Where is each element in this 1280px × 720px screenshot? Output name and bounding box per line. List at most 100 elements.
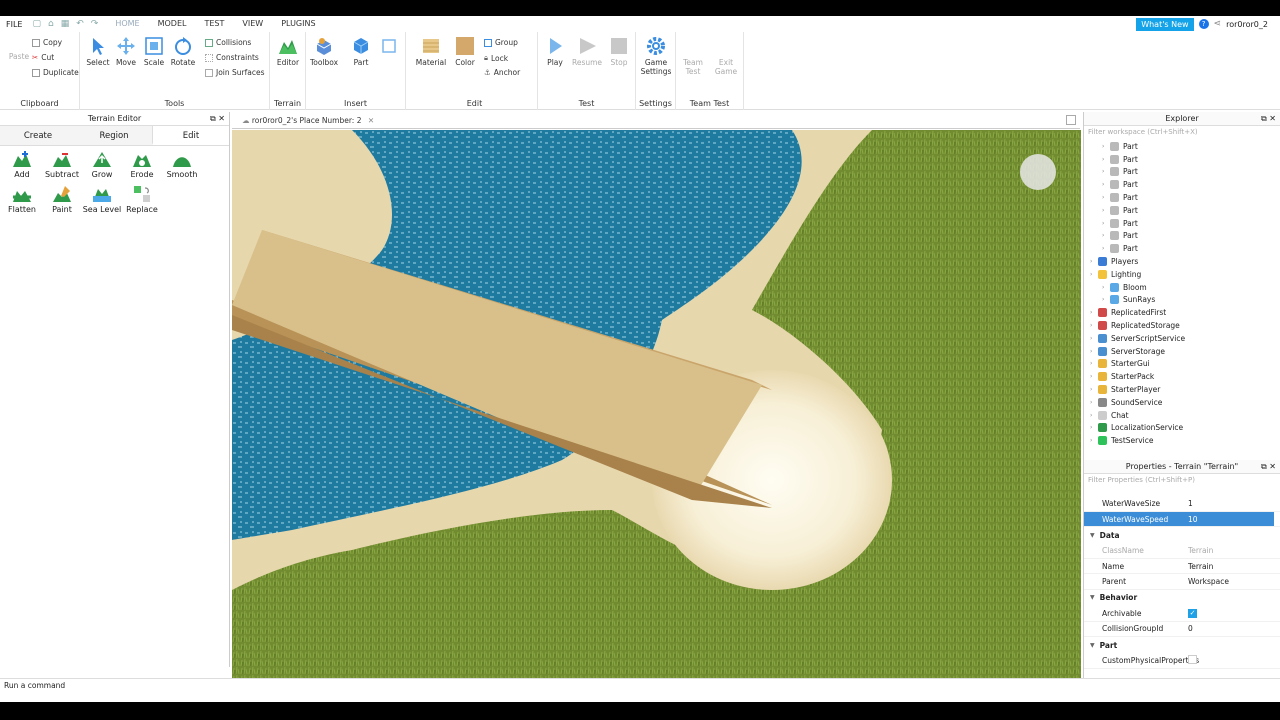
terrain-tool-grow[interactable]: Grow xyxy=(82,150,122,179)
property-value[interactable]: Workspace xyxy=(1184,577,1280,586)
redo-icon[interactable]: ↷ xyxy=(91,19,99,29)
paste-button[interactable]: Paste xyxy=(2,52,36,61)
collisions-toggle[interactable]: Collisions xyxy=(205,38,251,47)
open-file-icon[interactable]: ⌂ xyxy=(48,19,54,29)
expand-arrow-icon[interactable]: › xyxy=(1090,335,1098,342)
collapse-arrow-icon[interactable]: ▼ xyxy=(1090,594,1095,601)
collapse-arrow-icon[interactable]: ▼ xyxy=(1090,532,1095,539)
expand-arrow-icon[interactable]: › xyxy=(1090,348,1098,355)
expand-arrow-icon[interactable]: › xyxy=(1102,220,1110,227)
tab-home[interactable]: HOME xyxy=(106,16,148,32)
3d-viewport[interactable] xyxy=(232,130,1081,678)
explorer-item[interactable]: › Part xyxy=(1084,153,1280,166)
terrain-tool-sea-level[interactable]: Sea Level xyxy=(82,185,122,214)
explorer-item[interactable]: › TestService xyxy=(1084,434,1280,447)
property-value[interactable]: Terrain xyxy=(1184,546,1280,555)
explorer-item[interactable]: › Lighting xyxy=(1084,268,1280,281)
explorer-item[interactable]: › Players xyxy=(1084,255,1280,268)
tab-view[interactable]: VIEW xyxy=(233,16,272,32)
tab-region[interactable]: Region xyxy=(76,126,152,145)
new-file-icon[interactable]: ▢ xyxy=(32,19,41,29)
property-category[interactable]: ▼ Data xyxy=(1084,527,1280,543)
property-value[interactable]: 0 xyxy=(1184,624,1280,633)
expand-arrow-icon[interactable]: › xyxy=(1102,194,1110,201)
whats-new-button[interactable]: What's New xyxy=(1136,17,1194,31)
help-icon[interactable]: ? xyxy=(1198,19,1209,29)
game-settings-button[interactable]: Game Settings xyxy=(639,36,673,76)
stop-button[interactable]: Stop xyxy=(602,36,636,67)
explorer-item[interactable]: › Part xyxy=(1084,140,1280,153)
explorer-item[interactable]: › StarterPlayer xyxy=(1084,383,1280,396)
property-category[interactable]: ▼ Behavior xyxy=(1084,590,1280,606)
document-tab[interactable]: ☁ ror0ror0_2's Place Number: 2 ✕ xyxy=(238,113,378,129)
expand-arrow-icon[interactable]: › xyxy=(1090,412,1098,419)
expand-arrow-icon[interactable]: › xyxy=(1090,360,1098,367)
explorer-item[interactable]: › SunRays xyxy=(1084,294,1280,307)
expand-arrow-icon[interactable]: › xyxy=(1090,437,1098,444)
explorer-item[interactable]: › ServerScriptService xyxy=(1084,332,1280,345)
explorer-item[interactable]: › ReplicatedFirst xyxy=(1084,306,1280,319)
close-icon[interactable]: ✕ xyxy=(1269,462,1276,471)
property-row[interactable]: CustomPhysicalProperties xyxy=(1084,653,1280,669)
property-row[interactable]: Name Terrain xyxy=(1084,559,1280,575)
empty-checkbox-icon[interactable] xyxy=(1188,654,1197,664)
undock-icon[interactable]: ⧉ xyxy=(1261,462,1267,471)
file-menu[interactable]: FILE xyxy=(0,20,28,29)
property-row[interactable]: WaterWaveSpeed 10 xyxy=(1084,511,1280,528)
terrain-tool-add[interactable]: Add xyxy=(2,150,42,179)
property-row[interactable]: WaterWaveSize 1 xyxy=(1084,496,1280,512)
expand-arrow-icon[interactable]: › xyxy=(1102,284,1110,291)
explorer-item[interactable]: › ReplicatedStorage xyxy=(1084,319,1280,332)
explorer-item[interactable]: › SoundService xyxy=(1084,396,1280,409)
explorer-item[interactable]: › Part xyxy=(1084,166,1280,179)
property-value[interactable]: 1 xyxy=(1184,499,1280,508)
color-button[interactable]: Color xyxy=(448,36,482,67)
expand-arrow-icon[interactable]: › xyxy=(1102,296,1110,303)
explorer-item[interactable]: › Part xyxy=(1084,191,1280,204)
property-row[interactable]: Parent Workspace xyxy=(1084,574,1280,591)
explorer-item[interactable]: › StarterGui xyxy=(1084,358,1280,371)
property-checkbox[interactable]: ✓ xyxy=(1184,608,1280,619)
terrain-editor-button[interactable]: Editor xyxy=(271,36,305,67)
close-icon[interactable]: ✕ xyxy=(1269,114,1276,123)
undo-icon[interactable]: ↶ xyxy=(76,19,84,29)
cut-button[interactable]: ✂ Cut xyxy=(32,53,54,62)
expand-arrow-icon[interactable]: › xyxy=(1090,424,1098,431)
constraints-toggle[interactable]: Constraints xyxy=(205,53,259,62)
expand-arrow-icon[interactable]: › xyxy=(1090,386,1098,393)
property-value[interactable]: Terrain xyxy=(1184,562,1280,571)
command-input[interactable]: Run a command xyxy=(4,681,65,690)
username[interactable]: ror0ror0_2 xyxy=(1226,20,1268,29)
material-button[interactable]: Material xyxy=(414,36,448,67)
explorer-item[interactable]: › Chat xyxy=(1084,409,1280,422)
ui-insert-button[interactable] xyxy=(372,36,406,58)
properties-filter-input[interactable]: Filter Properties (Ctrl+Shift+P) xyxy=(1084,474,1280,486)
expand-arrow-icon[interactable]: › xyxy=(1090,271,1098,278)
resume-button[interactable]: Resume xyxy=(570,36,604,67)
save-icon[interactable]: ▦ xyxy=(61,19,70,29)
anchor-button[interactable]: ⚓︎ Anchor xyxy=(484,68,520,77)
tab-plugins[interactable]: PLUGINS xyxy=(272,16,324,32)
join-surfaces-toggle[interactable]: Join Surfaces xyxy=(205,68,265,77)
explorer-item[interactable]: › Part xyxy=(1084,204,1280,217)
restore-view-icon[interactable] xyxy=(1066,115,1076,125)
undock-icon[interactable]: ⧉ xyxy=(210,114,216,123)
expand-arrow-icon[interactable]: › xyxy=(1090,373,1098,380)
explorer-item[interactable]: › StarterPack xyxy=(1084,370,1280,383)
terrain-tool-flatten[interactable]: Flatten xyxy=(2,185,42,214)
property-row[interactable]: ClassName Terrain xyxy=(1084,543,1280,559)
property-row[interactable]: Archivable ✓ xyxy=(1084,606,1280,622)
exit-game-button[interactable]: Exit Game xyxy=(709,58,743,76)
command-bar[interactable]: Run a command xyxy=(0,678,1280,702)
property-checkbox[interactable] xyxy=(1184,654,1280,666)
tab-edit[interactable]: Edit xyxy=(152,126,229,145)
property-category[interactable]: ▼ Part xyxy=(1084,637,1280,653)
terrain-tool-paint[interactable]: Paint xyxy=(42,185,82,214)
rotate-button[interactable]: Rotate xyxy=(166,36,200,67)
explorer-item[interactable]: › ServerStorage xyxy=(1084,345,1280,358)
explorer-item[interactable]: › Bloom xyxy=(1084,281,1280,294)
collapse-arrow-icon[interactable]: ▼ xyxy=(1090,642,1095,649)
expand-arrow-icon[interactable]: › xyxy=(1090,322,1098,329)
explorer-item[interactable]: › Part xyxy=(1084,242,1280,255)
close-icon[interactable]: ✕ xyxy=(218,114,225,123)
